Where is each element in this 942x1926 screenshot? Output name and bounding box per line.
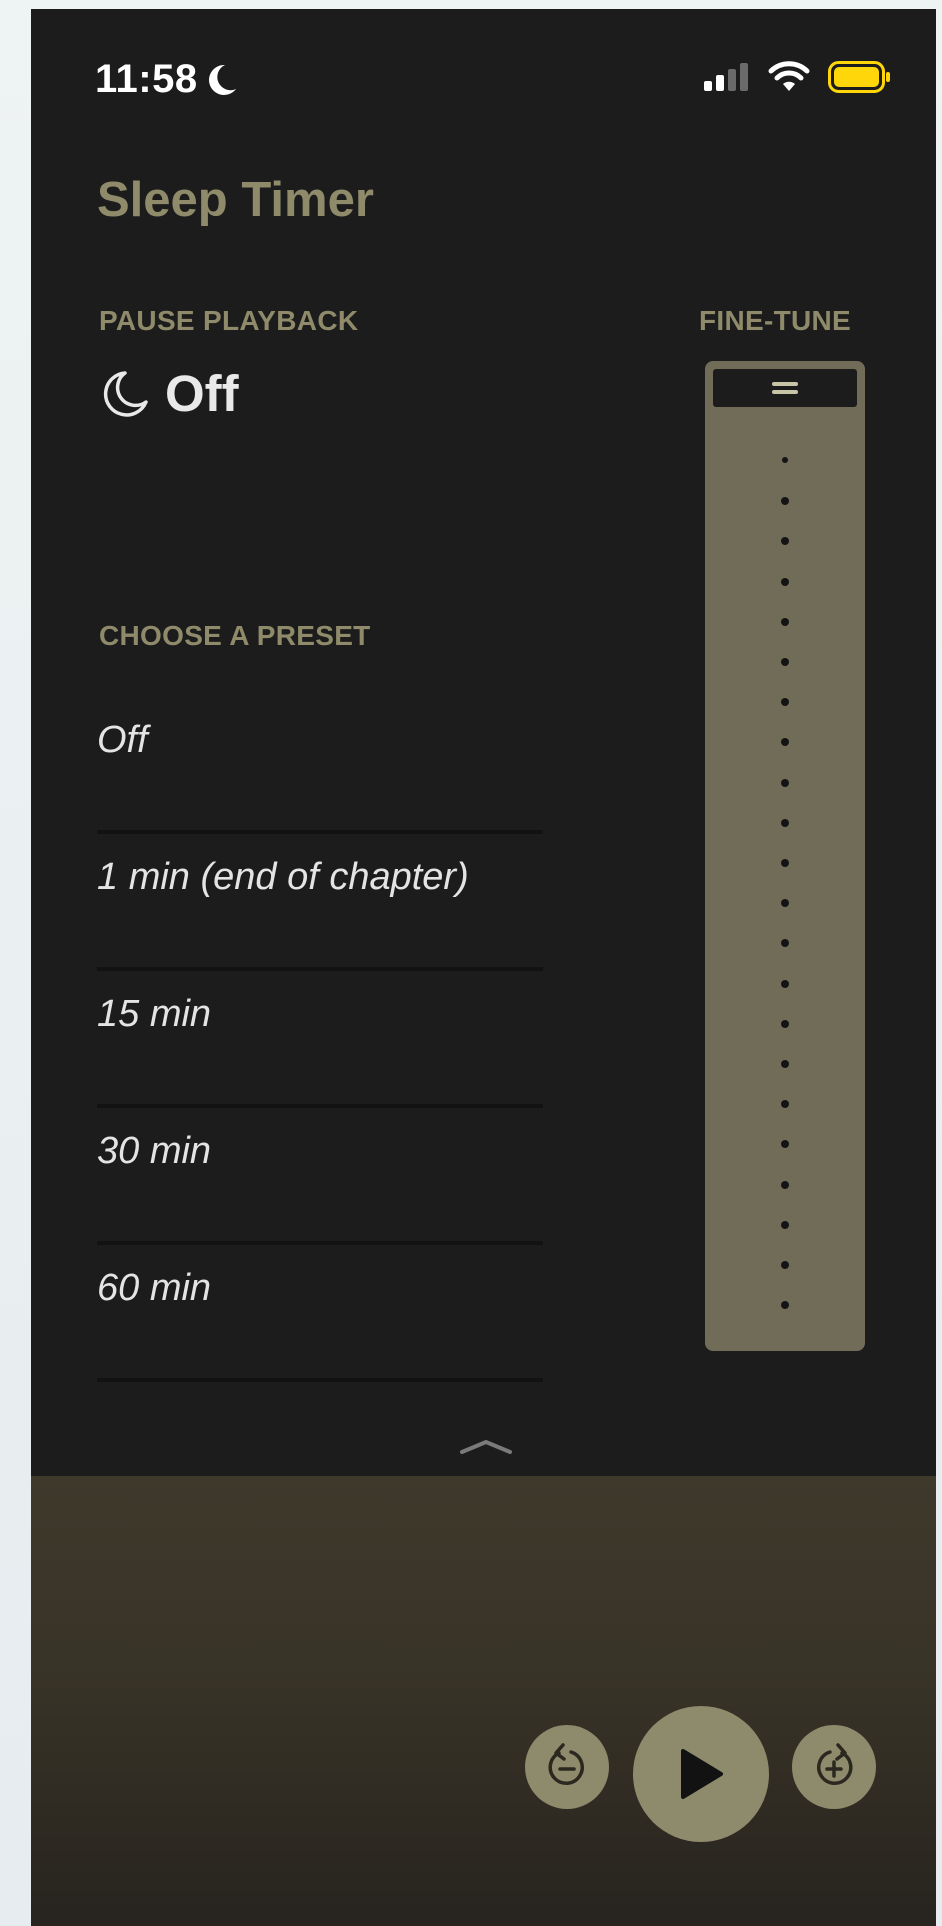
fine-tune-tick xyxy=(781,577,789,586)
preset-item-off[interactable]: Off xyxy=(97,697,543,834)
play-icon xyxy=(681,1749,723,1799)
wifi-icon xyxy=(768,61,810,91)
status-bar-indicators xyxy=(704,61,892,93)
timer-status: Off xyxy=(99,364,239,423)
fine-tune-tick xyxy=(781,859,789,867)
fine-tune-tick xyxy=(781,899,789,908)
fine-tune-tick xyxy=(781,1261,789,1269)
moon-icon xyxy=(208,64,236,95)
sleep-timer-screen: 11:58 Sleep Timer PAUSE PLAYBACK FINE-TU… xyxy=(31,9,936,1926)
preset-item-15-min[interactable]: 15 min xyxy=(97,971,543,1108)
fine-tune-tick xyxy=(781,1220,789,1229)
preset-list: Off 1 min (end of chapter) 15 min 30 min… xyxy=(97,697,543,1382)
preset-item-label: 1 min (end of chapter) xyxy=(97,856,469,898)
fine-tune-tick xyxy=(781,658,789,666)
preset-item-60-min[interactable]: 60 min xyxy=(97,1245,543,1382)
grip-icon xyxy=(772,382,798,394)
preset-item-label: 30 min xyxy=(97,1130,212,1172)
status-time-text: 11:58 xyxy=(95,57,198,101)
preset-item-30-min[interactable]: 30 min xyxy=(97,1108,543,1245)
fine-tune-tick xyxy=(782,457,788,463)
page-title: Sleep Timer xyxy=(97,173,374,227)
skip-forward-button[interactable] xyxy=(792,1725,876,1809)
cellular-signal-icon xyxy=(704,63,748,91)
fine-tune-tick xyxy=(781,738,789,747)
fine-tune-handle[interactable] xyxy=(713,369,857,407)
fine-tune-tick xyxy=(781,537,789,546)
fine-tune-tick xyxy=(781,979,789,988)
fine-tune-tick xyxy=(781,778,789,787)
battery-icon xyxy=(828,61,890,93)
skip-forward-icon xyxy=(817,1743,853,1786)
fine-tune-tick xyxy=(781,1180,789,1189)
fine-tune-tick xyxy=(781,1019,789,1028)
preset-item-label: Off xyxy=(97,719,148,761)
fine-tune-tick xyxy=(781,1301,789,1310)
choose-preset-label: CHOOSE A PRESET xyxy=(99,620,371,651)
preset-item-end-of-chapter[interactable]: 1 min (end of chapter) xyxy=(97,834,543,971)
fine-tune-tick xyxy=(781,497,789,506)
chevron-up-icon[interactable] xyxy=(456,1436,516,1456)
play-button[interactable] xyxy=(633,1706,769,1842)
fine-tune-tick xyxy=(781,1140,789,1149)
fine-tune-tick xyxy=(781,617,789,626)
pause-playback-label: PAUSE PLAYBACK xyxy=(99,305,359,336)
skip-back-icon xyxy=(548,1743,584,1786)
timer-status-value: Off xyxy=(165,365,239,422)
fine-tune-slider[interactable] xyxy=(705,361,865,1351)
player-bar xyxy=(31,1476,936,1926)
status-bar-time: 11:58 xyxy=(95,57,238,102)
skip-back-button[interactable] xyxy=(525,1725,609,1809)
fine-tune-label: FINE-TUNE xyxy=(699,305,852,336)
fine-tune-tick xyxy=(781,818,789,827)
preset-item-label: 15 min xyxy=(97,993,212,1035)
moon-icon xyxy=(103,370,148,417)
fine-tune-tick xyxy=(781,939,789,948)
fine-tune-tick xyxy=(781,1100,789,1109)
fine-tune-tick xyxy=(781,698,789,707)
preset-item-label: 60 min xyxy=(97,1267,212,1309)
fine-tune-tick xyxy=(781,1060,789,1068)
